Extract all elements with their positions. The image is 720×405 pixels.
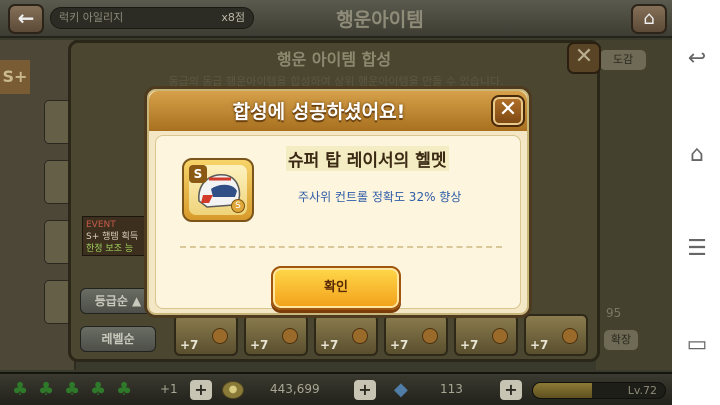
screen-title: 행운아이템 xyxy=(336,9,424,31)
success-content-panel: S S 슈퍼 탑 레이서의 헬멧 주사위 컨트롤 정확도 32% 향상 확인 xyxy=(155,135,521,310)
clover-icon: ♣ xyxy=(90,379,107,400)
coin-icon xyxy=(352,328,368,344)
inventory-item-level: +7 xyxy=(390,338,409,352)
inventory-item-level: +7 xyxy=(530,338,549,352)
experience-bar: Lv.72 xyxy=(532,382,666,399)
confirm-button[interactable]: 확인 xyxy=(271,266,401,310)
divider xyxy=(180,246,502,248)
inventory-item[interactable]: +7 xyxy=(524,314,588,356)
coin-icon xyxy=(282,328,298,344)
clover-icon: ♣ xyxy=(116,379,133,400)
status-bar: ♣ ♣ ♣ ♣ ♣ +1 + ● 443,699 + ◆ 113 + Lv.72 xyxy=(0,372,672,405)
inventory-item-level: +7 xyxy=(250,338,269,352)
add-energy-button[interactable]: + xyxy=(190,380,212,400)
android-recent-icon[interactable]: ▭ xyxy=(682,330,712,360)
item-name: 슈퍼 탑 레이서의 헬멧 xyxy=(286,146,449,171)
synthesis-success-dialog: 합성에 성공하셨어요! ✕ S S 슈퍼 탑 레이서의 헬멧 주사위 컨트롤 정… xyxy=(144,86,532,318)
event-line-1: S+ 행템 획득 xyxy=(86,232,139,242)
synthesis-dialog-title: 행운 아이템 합성 xyxy=(276,50,392,69)
event-tag: EVENT xyxy=(86,220,116,230)
event-line-2: 한정 보조 능 xyxy=(86,244,134,254)
expand-button[interactable]: 확장 xyxy=(604,330,638,350)
coin-icon xyxy=(212,328,228,344)
success-dialog-header: 합성에 성공하셨어요! ✕ xyxy=(149,91,527,131)
success-dialog-title: 합성에 성공하셨어요! xyxy=(232,101,406,123)
coin-icon xyxy=(422,328,438,344)
inventory-item[interactable]: +7 xyxy=(454,314,518,356)
grade-badge: S xyxy=(189,165,207,183)
energy-plus-label: +1 xyxy=(160,382,178,396)
inventory-item[interactable]: +7 xyxy=(314,314,378,356)
level-label: Lv.72 xyxy=(627,384,657,397)
coin-icon: S xyxy=(231,199,245,213)
inventory-item[interactable]: +7 xyxy=(174,314,238,356)
top-bar: ← 럭키 아일리지 x8점 행운아이템 ⌂ xyxy=(0,0,672,38)
inventory-item[interactable]: +7 xyxy=(244,314,308,356)
side-number: 95 xyxy=(606,306,622,320)
coin-icon: ● xyxy=(222,381,244,399)
android-back-icon[interactable]: ↩ xyxy=(682,44,712,74)
collection-button[interactable]: 도감 xyxy=(600,50,646,70)
inventory-row: +7 +7 +7 +7 +7 +7 xyxy=(170,314,590,358)
coin-amount: 443,699 xyxy=(270,382,320,396)
diamond-icon: ◆ xyxy=(394,379,408,400)
background-right-panel xyxy=(596,40,672,370)
android-menu-icon[interactable]: ☰ xyxy=(682,234,712,264)
sort-by-level-button[interactable]: 레벨순 xyxy=(80,326,156,352)
clover-icon: ♣ xyxy=(38,379,55,400)
android-home-icon[interactable]: ⌂ xyxy=(682,140,712,170)
add-gems-button[interactable]: + xyxy=(500,380,522,400)
item-effect: 주사위 컨트롤 정확도 32% 향상 xyxy=(298,190,462,204)
inventory-item-level: +7 xyxy=(460,338,479,352)
coin-icon xyxy=(492,328,508,344)
inventory-item-level: +7 xyxy=(320,338,339,352)
clover-icon: ♣ xyxy=(64,379,81,400)
gem-amount: 113 xyxy=(440,382,463,396)
inventory-item[interactable]: +7 xyxy=(384,314,448,356)
experience-bar-fill xyxy=(533,383,593,398)
home-icon: ⌂ xyxy=(643,8,655,29)
home-button[interactable]: ⌂ xyxy=(631,4,667,34)
clover-icon: ♣ xyxy=(12,379,29,400)
synthesis-close-button[interactable]: ✕ xyxy=(567,42,601,74)
inventory-item-level: +7 xyxy=(180,338,199,352)
background-tab-splus[interactable]: S+ xyxy=(0,60,30,94)
game-screen: ← 럭키 아일리지 x8점 행운아이템 ⌂ S+ 도감 95 확장 행운 아이템… xyxy=(0,0,672,405)
close-button[interactable]: ✕ xyxy=(491,95,525,127)
helmet-icon: S S xyxy=(189,165,247,215)
add-coins-button[interactable]: + xyxy=(354,380,376,400)
android-nav-bar: ↩ ⌂ ☰ ▭ xyxy=(672,0,720,405)
item-icon-frame: S S xyxy=(182,158,254,222)
event-banner[interactable]: EVENT S+ 행템 획득 한정 보조 능 xyxy=(82,216,152,256)
coin-icon xyxy=(562,328,578,344)
